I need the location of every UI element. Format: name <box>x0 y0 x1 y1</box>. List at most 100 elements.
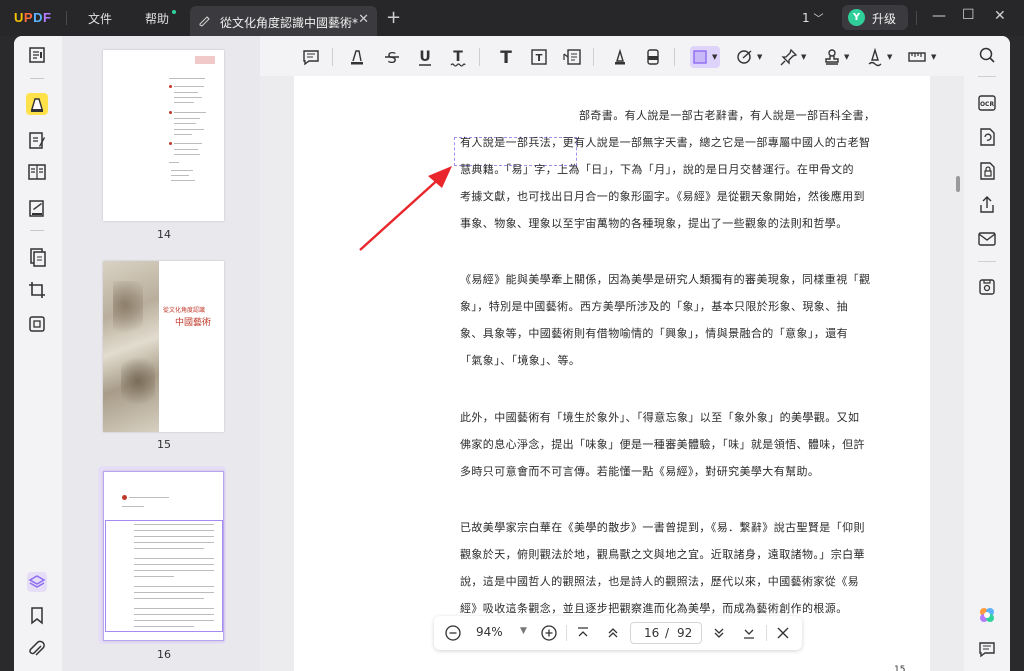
search-icon[interactable] <box>976 44 998 66</box>
close-icon[interactable] <box>774 624 792 642</box>
text-line: 部奇書。有人說是一部古老辭書，有人說是一部百科全書， <box>579 109 876 122</box>
page-thumbnail-16[interactable] <box>103 471 224 641</box>
pdf-page[interactable]: 部奇書。有人說是一部古老辭書，有人說是一部百科全書， 有人說是一部兵法，更有人說… <box>294 76 930 671</box>
title-bar: UPDF 文件 帮助 從文化角度認識中國藝術* ✕ + 1 ﹀ Y 升级 — ☐… <box>0 0 1024 36</box>
protect-icon[interactable] <box>976 160 998 182</box>
email-icon[interactable] <box>976 228 998 250</box>
compress-icon[interactable] <box>26 313 48 335</box>
highlight-icon[interactable] <box>346 46 368 68</box>
layers-icon[interactable] <box>26 571 48 593</box>
notification-dot <box>172 10 176 14</box>
page-thumbnail-14[interactable] <box>103 50 224 221</box>
convert-pdf-icon[interactable] <box>976 126 998 148</box>
zoom-out-icon[interactable] <box>444 624 462 642</box>
strikethrough-icon[interactable]: S <box>381 46 403 68</box>
chat-icon[interactable] <box>976 638 998 660</box>
thumbnail-page-number: 16 <box>157 648 171 661</box>
underline-icon[interactable]: U <box>414 46 436 68</box>
svg-text:U: U <box>419 49 430 65</box>
comment-mode-icon[interactable] <box>26 93 48 115</box>
thumbnail-page-number: 14 <box>157 228 171 241</box>
previous-page-icon[interactable] <box>604 624 622 642</box>
first-page-icon[interactable] <box>574 624 592 642</box>
text-line: 此外，中國藝術有「境生於象外」、「得意忘象」以至「象外象」的美學觀。又如 <box>460 411 860 424</box>
text-icon[interactable]: T <box>495 46 517 68</box>
page-separator: / <box>665 626 670 640</box>
reader-icon[interactable] <box>26 44 48 66</box>
main-frame: 14 從文化角度認識 中國藝術 15 16 S U T T T ▼ ▼ ▼ ▼ … <box>14 36 1010 671</box>
measure-icon[interactable] <box>906 46 928 68</box>
next-page-icon[interactable] <box>710 624 728 642</box>
organize-pages-icon[interactable] <box>26 161 48 183</box>
shape-dropdown-caret[interactable]: ▼ <box>712 53 717 61</box>
close-tab-icon[interactable]: ✕ <box>358 12 369 27</box>
ocr-icon[interactable]: OCR <box>976 92 998 114</box>
squiggly-icon[interactable]: T <box>447 46 469 68</box>
minimize-icon[interactable]: — <box>932 8 946 24</box>
last-page-icon[interactable] <box>740 624 758 642</box>
zoom-in-icon[interactable] <box>540 624 558 642</box>
text-line: 事象、物象、理象以至宇宙萬物的各種現象，提出了一些觀象的法則和哲學。 <box>460 217 848 230</box>
new-tab-icon[interactable]: + <box>386 7 401 28</box>
paragraph: 部奇書。有人說是一部古老辭書，有人說是一部百科全書， 有人說是一部兵法，更有人說… <box>460 102 876 237</box>
comment-toolbar: S U T T T ▼ ▼ ▼ ▼ ▼ ▼ <box>260 36 964 76</box>
zoom-level[interactable]: 94% <box>476 625 503 639</box>
text-line: 考據文獻，也可找出日月合一的象形圖字。《易經》是從觀天象開始，然後應用到 <box>460 190 865 203</box>
file-menu[interactable]: 文件 <box>88 10 112 27</box>
upgrade-button[interactable]: Y 升级 <box>842 5 908 30</box>
divider <box>916 11 917 25</box>
maximize-icon[interactable]: ☐ <box>962 7 975 23</box>
bookmark-icon[interactable] <box>26 604 48 626</box>
arrow-shape-icon[interactable] <box>734 46 756 68</box>
comment-icon[interactable] <box>300 46 322 68</box>
textbox-icon[interactable]: T <box>528 46 550 68</box>
tab-title: 從文化角度認識中國藝術* <box>220 16 359 30</box>
page-number-input[interactable]: 16 / 92 <box>630 622 702 644</box>
tab-edit-icon <box>198 14 212 28</box>
window-count: 1 <box>802 11 810 25</box>
share-icon[interactable] <box>976 194 998 216</box>
window-selector[interactable]: 1 ﹀ <box>802 10 823 25</box>
pin-icon[interactable] <box>778 46 800 68</box>
updf-logo[interactable]: UPDF <box>14 10 51 25</box>
page-thumbnail-15[interactable]: 從文化角度認識 中國藝術 <box>103 261 224 432</box>
paragraph: 已故美學家宗白華在《美學的散步》一書曾提到，《易．繫辭》說古聖賢是「仰則 觀象於… <box>460 514 865 622</box>
cover-subtitle: 從文化角度認識 <box>163 307 206 314</box>
document-viewer[interactable]: 部奇書。有人說是一部古老辭書，有人說是一部百科全書， 有人說是一部兵法，更有人說… <box>260 76 964 671</box>
crop-icon[interactable] <box>26 279 48 301</box>
svg-text:T: T <box>453 49 463 65</box>
header-mark <box>195 56 215 64</box>
fill-sign-icon[interactable] <box>26 197 48 219</box>
stamp-icon[interactable] <box>821 46 843 68</box>
close-window-icon[interactable]: ✕ <box>994 8 1006 24</box>
zoom-navigation-bar: 94% ▼ 16 / 92 <box>434 616 802 650</box>
help-menu[interactable]: 帮助 <box>145 10 169 27</box>
paragraph: 此外，中國藝術有「境生於象外」、「得意忘象」以至「象外象」的美學觀。又如 佛家的… <box>460 404 865 485</box>
signature-icon[interactable] <box>864 46 886 68</box>
vertical-scrollbar[interactable] <box>956 176 960 192</box>
upgrade-label: 升级 <box>872 12 897 26</box>
attachment-icon[interactable] <box>26 638 48 660</box>
text-line: 有人說是一部兵法，更有人說是一部無字天書，總之它是一部專屬中國人的古老智 <box>460 136 871 149</box>
text-line: 慧典籍。「易」字，上為「日」，下為「月」，說的是日月交替運行。在甲骨文的 <box>460 163 854 176</box>
convert-icon[interactable] <box>26 246 48 268</box>
edit-pdf-icon[interactable] <box>26 129 48 151</box>
text-line: 佛家的息心淨念，提出「味象」便是一種審美體驗，「味」就是領悟、體味，但許 <box>460 438 865 451</box>
text-line: 《易經》能與美學牽上關係，因為美學是研究人類獨有的審美現象，同樣重視「觀 <box>460 273 871 286</box>
document-tab[interactable]: 從文化角度認識中國藝術* ✕ <box>190 6 377 36</box>
svg-text:OCR: OCR <box>980 101 995 108</box>
text-callout-icon[interactable] <box>561 46 583 68</box>
svg-text:T: T <box>536 53 543 64</box>
total-pages: 92 <box>677 626 693 640</box>
page-footer-number: 15 <box>894 665 906 671</box>
save-icon[interactable] <box>976 276 998 298</box>
eraser-icon[interactable] <box>642 46 664 68</box>
divider <box>30 230 44 231</box>
thumbnail-panel: 14 從文化角度認識 中國藝術 15 16 <box>62 36 260 671</box>
text-line: 多時只可意會而不可言傳。若能懂一點《易經》，對研究美學大有幫助。 <box>460 465 820 478</box>
pencil-icon[interactable] <box>609 46 631 68</box>
text-line: 已故美學家宗白華在《美學的散步》一書曾提到，《易．繫辭》說古聖賢是「仰則 <box>460 521 865 534</box>
ai-assistant-icon[interactable] <box>976 604 998 626</box>
svg-text:S: S <box>387 49 397 67</box>
zoom-dropdown-caret[interactable]: ▼ <box>520 626 527 636</box>
